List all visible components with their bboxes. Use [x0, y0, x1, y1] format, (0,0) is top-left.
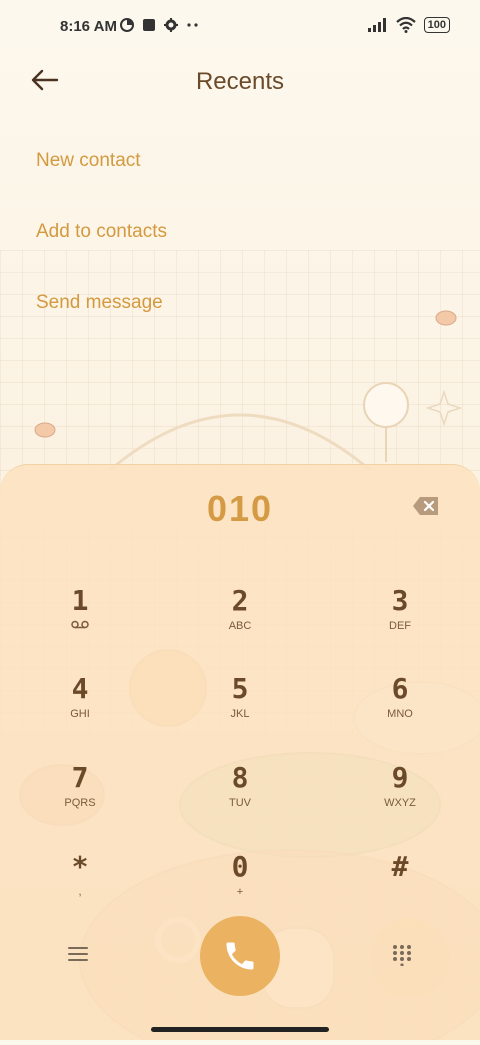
status-bar: 8:16 AM 100	[0, 0, 480, 56]
key-digit: 4	[71, 672, 89, 705]
page-title: Recents	[195, 68, 285, 95]
key-9[interactable]: 9 WXYZ	[340, 761, 460, 831]
new-contact-option[interactable]: New contact	[36, 150, 141, 172]
key-digit: 2	[231, 584, 249, 617]
key-letters: GHI	[70, 708, 90, 720]
key-digit: 1	[71, 584, 89, 617]
dialed-number: 010	[206, 488, 274, 529]
dots-icon	[187, 23, 198, 27]
key-8[interactable]: 8 TUV	[180, 761, 300, 831]
signal-icon	[367, 18, 386, 32]
key-letters: TUV	[229, 797, 251, 809]
data-saver-icon	[120, 18, 134, 32]
key-letters: JKL	[230, 708, 250, 720]
key-6[interactable]: 6 MNO	[340, 672, 460, 742]
phone-icon	[226, 942, 254, 970]
key-digit: 8	[231, 761, 249, 794]
call-button[interactable]	[200, 916, 280, 996]
app-header: Recents	[0, 60, 480, 104]
key-1[interactable]: 1	[20, 584, 140, 654]
send-message-option[interactable]: Send message	[36, 292, 163, 314]
hamburger-menu-icon[interactable]	[68, 946, 88, 962]
key-digit: 9	[391, 761, 409, 794]
key-digit: *	[71, 850, 89, 883]
key-digit: 7	[71, 761, 89, 794]
voicemail-icon	[20, 620, 140, 632]
key-3[interactable]: 3 DEF	[340, 584, 460, 654]
key-5[interactable]: 5 JKL	[180, 672, 300, 742]
backspace-icon[interactable]	[412, 495, 440, 517]
key-star[interactable]: * ,	[20, 850, 140, 920]
wifi-icon	[395, 17, 416, 33]
key-letters: ,	[78, 886, 82, 898]
status-left-icons	[120, 18, 200, 32]
gear-icon	[164, 18, 178, 32]
battery-icon: 100	[423, 17, 450, 33]
status-right-icons: 100	[367, 17, 450, 33]
key-letters: WXYZ	[384, 797, 416, 809]
dialpad-icon[interactable]	[392, 944, 412, 966]
home-indicator[interactable]	[151, 1027, 329, 1032]
key-digit: #	[391, 850, 409, 883]
key-digit: 5	[231, 672, 249, 705]
key-letters: +	[236, 886, 244, 898]
key-digit: 6	[391, 672, 409, 705]
key-letters: DEF	[389, 620, 411, 632]
key-2[interactable]: 2 ABC	[180, 584, 300, 654]
key-hash[interactable]: #	[340, 850, 460, 920]
key-letters: MNO	[387, 708, 413, 720]
key-letters: PQRS	[64, 797, 96, 809]
key-0[interactable]: 0 +	[180, 850, 300, 920]
square-icon	[143, 19, 155, 31]
key-digit: 3	[391, 584, 409, 617]
key-7[interactable]: 7 PQRS	[20, 761, 140, 831]
key-4[interactable]: 4 GHI	[20, 672, 140, 742]
add-to-contacts-option[interactable]: Add to contacts	[36, 221, 167, 243]
key-digit: 0	[231, 850, 249, 883]
status-time: 8:16 AM	[60, 18, 117, 35]
key-letters: ABC	[228, 620, 252, 632]
